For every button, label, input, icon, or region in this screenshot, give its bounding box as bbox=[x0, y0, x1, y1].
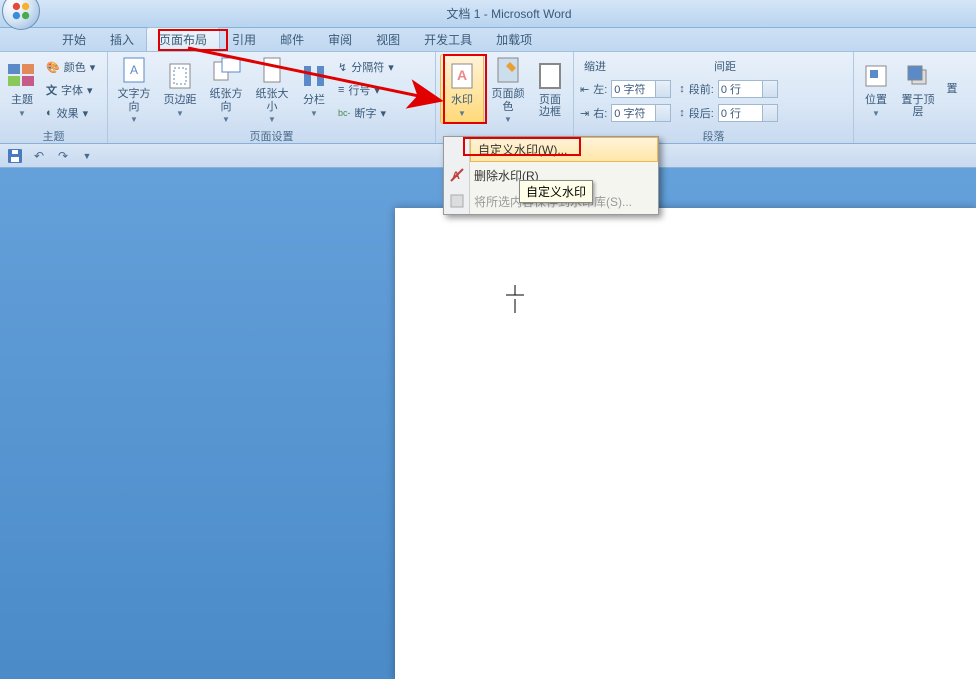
spacing-header: 间距 bbox=[710, 56, 740, 76]
svg-text:A: A bbox=[457, 67, 467, 83]
page-color-icon bbox=[492, 54, 524, 86]
theme-effects-button[interactable]: ◐效果 ▾ bbox=[42, 102, 99, 124]
text-cursor bbox=[506, 285, 526, 315]
group-pagesetup-label: 页面设置 bbox=[112, 128, 431, 143]
office-button[interactable] bbox=[2, 0, 40, 30]
watermark-icon: A bbox=[446, 60, 478, 92]
indent-left-icon: ⇤ bbox=[580, 83, 589, 96]
indent-left-input[interactable]: 0 字符 bbox=[611, 80, 671, 98]
watermark-button[interactable]: A 水印▼ bbox=[440, 54, 484, 124]
spacing-before-input[interactable]: 0 行 bbox=[718, 80, 778, 98]
spacing-after-icon: ↕ bbox=[679, 107, 685, 119]
indent-header: 缩进 bbox=[580, 56, 610, 76]
tab-mail[interactable]: 邮件 bbox=[268, 28, 316, 51]
theme-colors-button[interactable]: 🎨颜色 ▾ bbox=[42, 56, 99, 78]
breaks-button[interactable]: ↯分隔符 ▾ bbox=[334, 56, 398, 78]
themes-icon bbox=[6, 60, 38, 92]
save-icon[interactable] bbox=[6, 147, 24, 165]
themes-label: 主题 bbox=[11, 94, 33, 106]
font-icon: 文 bbox=[46, 82, 57, 98]
effects-icon: ◐ bbox=[46, 107, 53, 119]
svg-text:A: A bbox=[130, 63, 138, 77]
size-icon bbox=[256, 54, 288, 86]
position-button[interactable]: 位置▼ bbox=[858, 54, 894, 124]
watermark-dropdown-menu: 自定义水印(W)... A 删除水印(R) 将所选内容保存到水印库(S)... bbox=[443, 136, 659, 215]
qat-customize-icon[interactable]: ▼ bbox=[78, 147, 96, 165]
tab-start[interactable]: 开始 bbox=[50, 28, 98, 51]
breaks-icon: ↯ bbox=[338, 61, 347, 74]
custom-watermark-label: 自定义水印(W)... bbox=[478, 141, 567, 158]
group-pagesetup: A 文字方向▼ 页边距▼ 纸张方向▼ 纸张大小▼ 分栏▼ ↯分隔符 ▾ ≡行 bbox=[108, 52, 436, 143]
group-themes: 主题 ▼ 🎨颜色 ▾ 文字体 ▾ ◐效果 ▾ 主题 bbox=[0, 52, 108, 143]
redo-icon[interactable]: ↷ bbox=[54, 147, 72, 165]
document-page[interactable] bbox=[395, 208, 976, 679]
hyphenation-button[interactable]: bc-断字 ▾ bbox=[334, 102, 398, 124]
page-color-button[interactable]: 页面颜色▼ bbox=[486, 54, 530, 124]
text-direction-button[interactable]: A 文字方向▼ bbox=[112, 54, 156, 124]
baidu-watermark: Baidu 经验 jingyan.baidu.com bbox=[816, 615, 966, 669]
group-page-background: A 水印▼ 页面颜色▼ 页面 边框 bbox=[436, 52, 574, 143]
indent-right-input[interactable]: 0 字符 bbox=[611, 104, 671, 122]
columns-button[interactable]: 分栏▼ bbox=[296, 54, 332, 124]
window-title: 文档 1 - Microsoft Word bbox=[42, 5, 976, 22]
line-numbers-button[interactable]: ≡行号 ▾ bbox=[334, 79, 398, 101]
hyphenation-icon: bc- bbox=[338, 108, 351, 118]
group-arrange: 位置▼ 置于顶层 置 bbox=[854, 52, 976, 143]
text-direction-icon: A bbox=[118, 54, 150, 86]
theme-fonts-button[interactable]: 文字体 ▾ bbox=[42, 79, 99, 101]
tab-devtools[interactable]: 开发工具 bbox=[412, 28, 484, 51]
group-paragraph: 缩进 间距 ⇤左:0 字符 ↕段前:0 行 ⇥右:0 字符 ↕段后:0 行 段落 bbox=[574, 52, 854, 143]
margins-button[interactable]: 页边距▼ bbox=[158, 54, 202, 124]
dropdown-arrow-icon: ▼ bbox=[18, 109, 26, 118]
spacing-after-input[interactable]: 0 行 bbox=[718, 104, 778, 122]
tab-view[interactable]: 视图 bbox=[364, 28, 412, 51]
orientation-button[interactable]: 纸张方向▼ bbox=[204, 54, 248, 124]
tab-review[interactable]: 审阅 bbox=[316, 28, 364, 51]
remove-watermark-icon: A bbox=[448, 166, 466, 184]
tooltip: 自定义水印 bbox=[519, 180, 593, 203]
ribbon: 主题 ▼ 🎨颜色 ▾ 文字体 ▾ ◐效果 ▾ 主题 A 文字方向▼ 页边距▼ bbox=[0, 52, 976, 144]
align-button[interactable]: 置 bbox=[942, 54, 962, 124]
group-themes-label: 主题 bbox=[4, 128, 103, 143]
ribbon-tabbar: 开始 插入 页面布局 引用 邮件 审阅 视图 开发工具 加载项 bbox=[0, 28, 976, 52]
position-icon bbox=[860, 60, 892, 92]
columns-icon bbox=[298, 60, 330, 92]
indent-right-icon: ⇥ bbox=[580, 107, 589, 120]
tab-addins[interactable]: 加载项 bbox=[484, 28, 544, 51]
themes-button[interactable]: 主题 ▼ bbox=[4, 54, 40, 124]
tab-insert[interactable]: 插入 bbox=[98, 28, 146, 51]
linenumbers-icon: ≡ bbox=[338, 84, 344, 96]
save-watermark-icon bbox=[448, 192, 466, 210]
tab-references[interactable]: 引用 bbox=[220, 28, 268, 51]
size-button[interactable]: 纸张大小▼ bbox=[250, 54, 294, 124]
palette-icon: 🎨 bbox=[46, 61, 60, 74]
bring-front-button[interactable]: 置于顶层 bbox=[896, 54, 940, 124]
spacing-before-icon: ↕ bbox=[679, 83, 685, 95]
titlebar: 文档 1 - Microsoft Word bbox=[0, 0, 976, 28]
page-borders-button[interactable]: 页面 边框 bbox=[532, 54, 568, 124]
orientation-icon bbox=[210, 54, 242, 86]
page-borders-icon bbox=[534, 60, 566, 92]
undo-icon[interactable]: ↶ bbox=[30, 147, 48, 165]
bring-front-icon bbox=[902, 60, 934, 92]
tab-pagelayout[interactable]: 页面布局 bbox=[146, 27, 220, 51]
margins-icon bbox=[164, 60, 196, 92]
custom-watermark-item[interactable]: 自定义水印(W)... bbox=[470, 137, 658, 162]
